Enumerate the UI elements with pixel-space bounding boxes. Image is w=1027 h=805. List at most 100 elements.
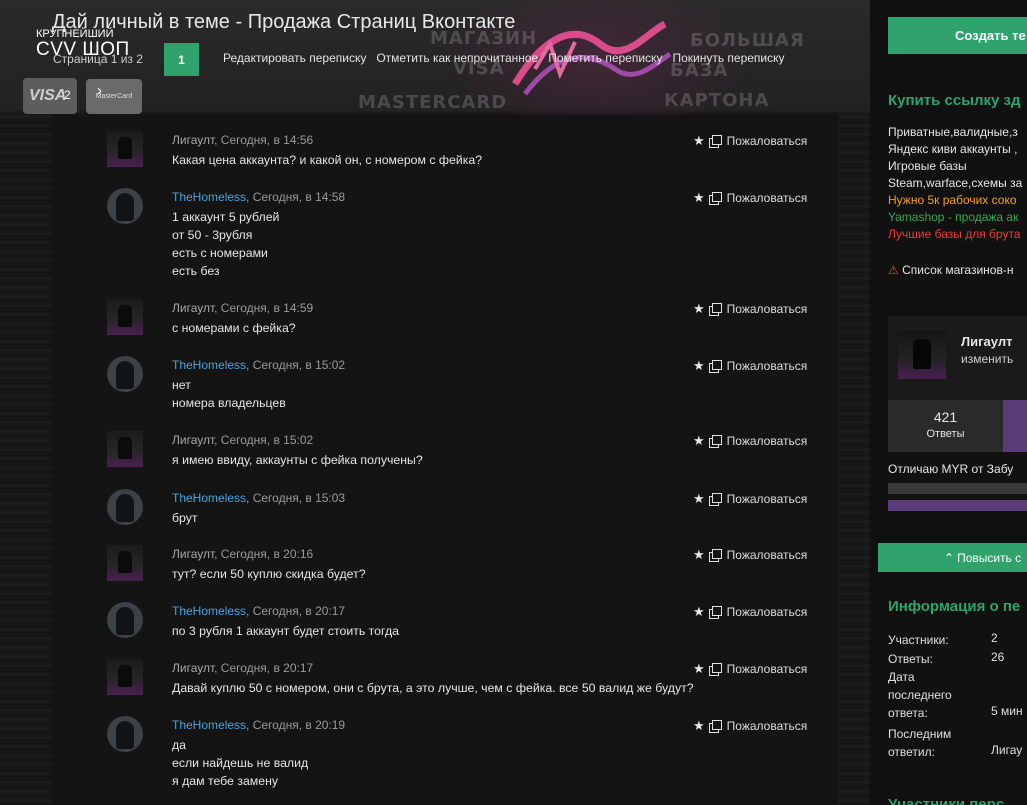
message-actions: ★ Пожаловаться	[693, 491, 807, 507]
ad-link[interactable]: Яндекс киви аккаунты ,	[888, 141, 1022, 158]
star-icon[interactable]: ★	[693, 491, 705, 507]
message-list: Лигаулт, Сегодня, в 14:56 Какая цена акка…	[52, 115, 838, 805]
avatar[interactable]	[107, 188, 143, 224]
report-link[interactable]: Пожаловаться	[727, 191, 808, 205]
copy-icon[interactable]	[708, 435, 722, 448]
author-name[interactable]: TheHomeless	[172, 358, 246, 372]
avatar[interactable]	[107, 659, 143, 695]
mark-unread-link[interactable]: Отметить как непрочитанное	[376, 51, 538, 65]
copy-icon[interactable]	[708, 720, 722, 733]
avatar[interactable]	[107, 431, 143, 467]
ad-link[interactable]: Нужно 5к рабочих соко	[888, 192, 1022, 209]
user-name[interactable]: Лигаулт	[961, 334, 1012, 349]
star-icon[interactable]: ★	[693, 661, 705, 677]
avatar[interactable]	[107, 356, 143, 392]
promote-button[interactable]: ⌃ Повысить с	[878, 543, 1027, 572]
ad-link[interactable]: Yamashop - продажа ак	[888, 209, 1022, 226]
info-value[interactable]: Лигау	[991, 743, 1022, 757]
user-status: Отличаю MYR от Забу	[888, 462, 1014, 476]
message-body: по 3 рубля 1 аккаунт будет стоить тогда	[172, 622, 399, 640]
star-icon[interactable]: ★	[693, 547, 705, 563]
message-meta: TheHomeless, Сегодня, в 15:03	[172, 491, 345, 505]
progress-bar	[888, 500, 1027, 511]
copy-icon[interactable]	[708, 135, 722, 148]
author-name[interactable]: TheHomeless	[172, 491, 246, 505]
copy-icon[interactable]	[708, 549, 722, 562]
avatar[interactable]	[107, 489, 143, 525]
star-icon[interactable]: ★	[693, 133, 705, 149]
timestamp: , Сегодня, в 15:02	[246, 358, 346, 372]
author-name[interactable]: Лигаулт	[172, 301, 214, 315]
promote-label: Повысить с	[957, 550, 1022, 565]
copy-icon[interactable]	[708, 192, 722, 205]
avatar[interactable]	[107, 545, 143, 581]
star-icon[interactable]: ★	[693, 604, 705, 620]
user-card: Лигаулт изменить	[888, 316, 1027, 400]
info-key: Последним ответил:	[888, 727, 952, 759]
author-name[interactable]: TheHomeless	[172, 190, 246, 204]
avatar[interactable]	[107, 716, 143, 752]
message-line: Какая цена аккаунта? и какой он, с номер…	[172, 153, 483, 167]
report-link[interactable]: Пожаловаться	[727, 134, 808, 148]
next-page-chevron-icon[interactable]: ›	[97, 82, 102, 99]
avatar[interactable]	[107, 131, 143, 167]
message-line: брут	[172, 511, 198, 525]
shop-list-warning[interactable]: ⚠ Список магазинов-н	[888, 263, 1013, 277]
copy-icon[interactable]	[708, 493, 722, 506]
star-icon[interactable]: ★	[693, 433, 705, 449]
message-line: есть без	[172, 264, 220, 278]
ad-link[interactable]: Лучшие базы для брута	[888, 226, 1022, 243]
edit-conversation-link[interactable]: Редактировать переписку	[223, 51, 366, 65]
page-1-button[interactable]: 1	[164, 43, 199, 76]
sidebar: Создать те Купить ссылку зд Приватные,ва…	[870, 0, 1027, 805]
copy-icon[interactable]	[708, 606, 722, 619]
avatar[interactable]	[107, 602, 143, 638]
copy-icon[interactable]	[708, 303, 722, 316]
copy-icon[interactable]	[708, 663, 722, 676]
progress-bar	[888, 483, 1027, 494]
star-icon[interactable]: ★	[693, 301, 705, 317]
warning-text: Список магазинов-н	[902, 263, 1014, 277]
copy-icon[interactable]	[708, 360, 722, 373]
ad-link[interactable]: Steam,warface,схемы за	[888, 175, 1022, 192]
author-name[interactable]: Лигаулт	[172, 133, 214, 147]
report-link[interactable]: Пожаловаться	[727, 434, 808, 448]
report-link[interactable]: Пожаловаться	[727, 605, 808, 619]
author-name[interactable]: Лигаулт	[172, 433, 214, 447]
report-link[interactable]: Пожаловаться	[727, 359, 808, 373]
author-name[interactable]: TheHomeless	[172, 718, 246, 732]
report-link[interactable]: Пожаловаться	[727, 492, 808, 506]
message-body: нет номера владельцев	[172, 376, 286, 412]
mastercard-card-icon: MasterCard	[86, 79, 142, 114]
info-key: Ответы:	[888, 652, 933, 666]
avatar[interactable]	[107, 299, 143, 335]
edit-profile-link[interactable]: изменить	[961, 352, 1013, 366]
mark-conversation-link[interactable]: Пометить переписку	[548, 51, 662, 65]
author-name[interactable]: TheHomeless	[172, 604, 246, 618]
author-name[interactable]: Лигаулт	[172, 547, 214, 561]
report-link[interactable]: Пожаловаться	[727, 719, 808, 733]
message-meta: Лигаулт, Сегодня, в 20:16	[172, 547, 313, 561]
page-2-link[interactable]: 2	[64, 88, 71, 102]
message-actions: ★ Пожаловаться	[693, 547, 807, 563]
author-name[interactable]: Лигаулт	[172, 661, 214, 675]
ad-link[interactable]: Приватные,валидные,з	[888, 124, 1022, 141]
message-line: есть с номерами	[172, 246, 268, 260]
avatar[interactable]	[898, 331, 946, 379]
star-icon[interactable]: ★	[693, 190, 705, 206]
timestamp: , Сегодня, в 20:19	[246, 718, 346, 732]
report-link[interactable]: Пожаловаться	[727, 302, 808, 316]
leave-conversation-link[interactable]: Покинуть переписку	[672, 51, 784, 65]
info-key: Участники:	[888, 633, 949, 647]
ad-link[interactable]: Игровые базы	[888, 158, 1022, 175]
star-icon[interactable]: ★	[693, 358, 705, 374]
message-line: я имею ввиду, аккаунты с фейка получены?	[172, 453, 423, 467]
timestamp: , Сегодня, в 20:17	[214, 661, 314, 675]
message-meta: TheHomeless, Сегодня, в 20:19	[172, 718, 345, 732]
banner-word: БОЛЬШАЯ	[690, 30, 805, 51]
info-key: Дата последнего ответа:	[888, 670, 952, 720]
create-thread-button[interactable]: Создать те	[888, 17, 1027, 54]
report-link[interactable]: Пожаловаться	[727, 548, 808, 562]
star-icon[interactable]: ★	[693, 718, 705, 734]
report-link[interactable]: Пожаловаться	[727, 662, 808, 676]
